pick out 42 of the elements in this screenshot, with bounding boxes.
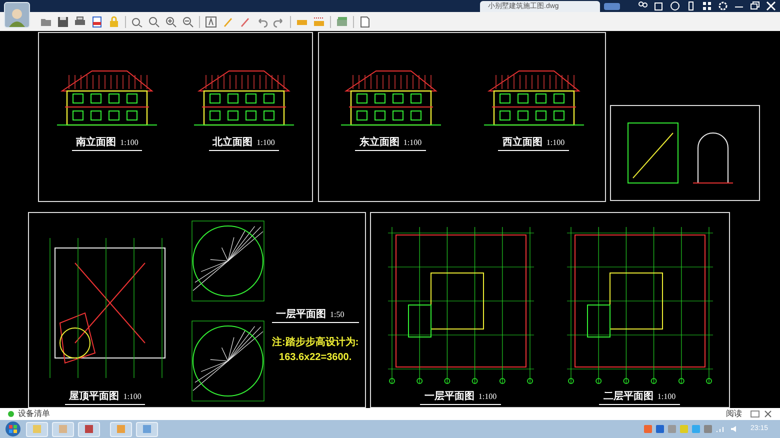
drawing-scale: 1:50 (330, 309, 344, 321)
new-tab-button[interactable] (604, 3, 620, 10)
read-button[interactable]: 阅读 (722, 408, 746, 420)
zoom-window-icon[interactable] (148, 16, 160, 28)
avatar-icon[interactable] (4, 2, 30, 28)
drawing-title: 一层平面图 (424, 390, 474, 404)
print-icon[interactable] (74, 16, 86, 28)
drawing-scale: 1:100 (546, 137, 565, 149)
restore-icon[interactable] (750, 1, 760, 11)
redo-icon[interactable] (273, 16, 285, 28)
zoom-in-icon[interactable] (165, 16, 177, 28)
drawing-scale: 1:100 (123, 391, 142, 403)
drawing-title: 东立面图 (359, 135, 400, 150)
status-label: 设备清单 (18, 408, 50, 420)
drawing-scale: 1:100 (478, 391, 497, 403)
drawing-scale: 1:100 (256, 137, 275, 149)
taskbar-app-button[interactable] (136, 422, 158, 436)
drawing-title: 南立面图 (76, 135, 116, 150)
document-icon[interactable] (359, 16, 371, 28)
pdf-icon[interactable] (91, 16, 103, 28)
drawing-title: 屋顶平面图 (69, 390, 120, 404)
drawing-scale: 1:100 (120, 137, 138, 149)
drawing-scale: 1:100 (403, 137, 422, 149)
drawing-title: 北立面图 (212, 135, 253, 150)
zoom-out-icon[interactable] (182, 16, 194, 28)
undo-icon[interactable] (256, 16, 268, 28)
taskbar-app-button[interactable] (78, 422, 100, 436)
save-icon[interactable] (57, 16, 69, 28)
drawing-title: 一层平面图 (276, 308, 326, 322)
grid-icon[interactable] (702, 1, 712, 11)
text-icon[interactable] (205, 16, 217, 28)
start-button[interactable] (4, 421, 22, 437)
drawing-title: 西立面图 (502, 135, 542, 150)
note-text: 注:踏步步高设计为: (272, 335, 359, 350)
drawing-scale: 1:100 (657, 391, 676, 403)
signal-icon (716, 425, 726, 433)
drawing-title: 二层平面图 (603, 390, 654, 404)
comment-icon[interactable] (750, 410, 760, 418)
note-text: 163.6x22=3600. (279, 351, 352, 365)
taskbar-app-button[interactable] (110, 422, 132, 436)
zoom-extents-icon[interactable] (131, 16, 143, 28)
status-dot-icon (8, 411, 14, 417)
